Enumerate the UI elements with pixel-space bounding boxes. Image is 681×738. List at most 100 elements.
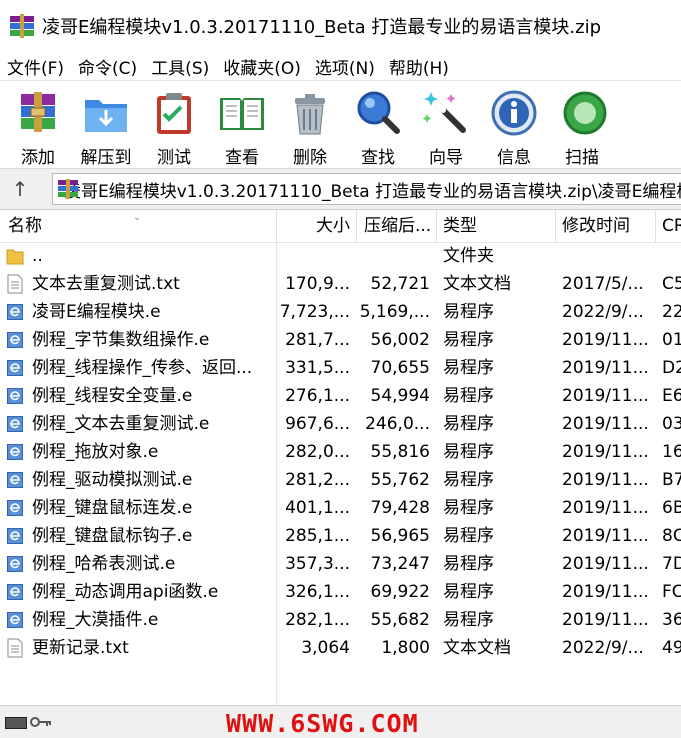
file-row[interactable]: 例程_哈希表测试.e 357,3... 73,247 易程序 2019/11... 7D bbox=[0, 550, 681, 578]
column-type[interactable]: 类型 bbox=[443, 210, 553, 242]
test-button[interactable]: 测试 bbox=[144, 81, 204, 168]
address-path: 凌哥E编程模块v1.0.3.20171110_Beta 打造最专业的易语言模块.… bbox=[64, 181, 681, 202]
watermark-text: WWW.6SWG.COM bbox=[226, 709, 419, 738]
file-row[interactable]: 例程_动态调用api函数.e 326,1... 69,922 易程序 2019/11..… bbox=[0, 578, 681, 606]
file-row[interactable]: 例程_键盘鼠标钩子.e 285,1... 56,965 易程序 2019/11... 8C bbox=[0, 522, 681, 550]
file-name: 例程_动态调用api函数.e bbox=[32, 582, 219, 602]
file-name: 例程_键盘鼠标钩子.e bbox=[32, 526, 193, 546]
file-row[interactable]: 例程_字节集数组操作.e 281,7... 56,002 易程序 2019/11... 0… bbox=[0, 326, 681, 354]
file-crc: 03 bbox=[662, 414, 681, 434]
file-crc: 6B bbox=[662, 498, 681, 518]
column-size[interactable]: 大小 bbox=[276, 210, 350, 242]
file-packed-size: 73,247 bbox=[370, 554, 430, 574]
info-button-label: 信息 bbox=[497, 148, 531, 168]
column-crc[interactable]: CRC32 bbox=[662, 210, 681, 242]
find-button[interactable]: 查找 bbox=[348, 81, 408, 168]
delete-button-label: 删除 bbox=[293, 148, 327, 168]
file-name: 凌哥E编程模块.e bbox=[32, 302, 161, 322]
file-row[interactable]: 例程_线程操作_传参、返回... 331,5... 70,655 易程序 2019/11… bbox=[0, 354, 681, 382]
extract-to-button-label: 解压到 bbox=[80, 148, 132, 168]
file-row[interactable]: 文本去重复测试.txt 170,9... 52,721 文本文档 2017/5/... C… bbox=[0, 270, 681, 298]
file-type: 易程序 bbox=[443, 302, 494, 322]
text-file-icon bbox=[6, 274, 24, 294]
file-packed-size: 5,169,... bbox=[359, 302, 430, 322]
e-program-icon bbox=[6, 302, 24, 322]
file-crc: 49 bbox=[662, 638, 681, 658]
file-row[interactable]: 更新记录.txt 3,064 1,800 文本文档 2022/9/... 49 bbox=[0, 634, 681, 662]
file-size: 401,1... bbox=[285, 498, 350, 518]
file-crc: 8C bbox=[662, 526, 681, 546]
add-button-label: 添加 bbox=[21, 148, 55, 168]
add-button[interactable]: 添加 bbox=[8, 81, 68, 168]
menu-tools[interactable]: 工具(S) bbox=[144, 54, 216, 79]
view-book-icon bbox=[216, 87, 268, 139]
view-button[interactable]: 查看 bbox=[212, 81, 272, 168]
e-program-icon bbox=[6, 414, 24, 434]
e-program-icon bbox=[6, 554, 24, 574]
winrar-app-icon bbox=[10, 14, 34, 38]
folder-icon bbox=[6, 246, 24, 266]
file-name: 例程_拖放对象.e bbox=[32, 442, 159, 462]
file-crc: D2 bbox=[662, 358, 681, 378]
extract-to-button[interactable]: 解压到 bbox=[76, 81, 136, 168]
column-name[interactable]: 名称 bbox=[8, 210, 268, 242]
file-crc: FC bbox=[662, 582, 681, 602]
file-row[interactable]: 例程_键盘鼠标连发.e 401,1... 79,428 易程序 2019/11... 6B bbox=[0, 494, 681, 522]
file-name: 例程_线程操作_传参、返回... bbox=[32, 358, 253, 378]
file-row[interactable]: 凌哥E编程模块.e 7,723,... 5,169,... 易程序 2022/9/...… bbox=[0, 298, 681, 326]
menu-help[interactable]: 帮助(H) bbox=[382, 54, 456, 79]
file-modified: 2019/11... bbox=[562, 470, 649, 490]
menu-command[interactable]: 命令(C) bbox=[71, 54, 144, 79]
file-name: .. bbox=[32, 246, 43, 266]
file-name-cell: 文本去重复测试.txt bbox=[6, 270, 268, 298]
file-name-cell: 例程_哈希表测试.e bbox=[6, 550, 268, 578]
scan-button-label: 扫描 bbox=[565, 148, 599, 168]
menu-options[interactable]: 选项(N) bbox=[308, 54, 382, 79]
file-type: 易程序 bbox=[443, 554, 494, 574]
file-modified: 2019/11... bbox=[562, 442, 649, 462]
e-program-icon bbox=[6, 470, 24, 490]
file-modified: 2019/11... bbox=[562, 498, 649, 518]
file-modified: 2019/11... bbox=[562, 414, 649, 434]
file-name-cell: 例程_文本去重复测试.e bbox=[6, 410, 268, 438]
file-row[interactable]: 例程_拖放对象.e 282,0... 55,816 易程序 2019/11... 16 bbox=[0, 438, 681, 466]
menu-favorites[interactable]: 收藏夹(O) bbox=[216, 54, 308, 79]
menu-file[interactable]: 文件(F) bbox=[0, 54, 71, 79]
info-button[interactable]: 信息 bbox=[484, 81, 544, 168]
scan-icon bbox=[556, 87, 608, 139]
file-name: 例程_大漠插件.e bbox=[32, 610, 159, 630]
file-size: 281,2... bbox=[285, 470, 350, 490]
file-packed-size: 246,0... bbox=[365, 414, 430, 434]
column-packed[interactable]: 压缩后... bbox=[364, 210, 438, 242]
e-program-icon bbox=[6, 582, 24, 602]
info-icon bbox=[488, 87, 540, 139]
e-program-icon bbox=[6, 330, 24, 350]
address-field[interactable]: 凌哥E编程模块v1.0.3.20171110_Beta 打造最专业的易语言模块.… bbox=[52, 173, 681, 205]
delete-button[interactable]: 删除 bbox=[280, 81, 340, 168]
address-bar: ↑ 凌哥E编程模块v1.0.3.20171110_Beta 打造最专业的易语言模… bbox=[0, 168, 681, 210]
file-modified: 2017/5/... bbox=[562, 274, 644, 294]
file-row[interactable]: 例程_驱动模拟测试.e 281,2... 55,762 易程序 2019/11... B7 bbox=[0, 466, 681, 494]
file-row[interactable]: .. 文件夹 bbox=[0, 242, 681, 270]
wizard-button[interactable]: 向导 bbox=[416, 81, 476, 168]
window-title: 凌哥E编程模块v1.0.3.20171110_Beta 打造最专业的易语言模块.… bbox=[42, 17, 601, 38]
file-size: 7,723,... bbox=[279, 302, 350, 322]
scan-button[interactable]: 扫描 bbox=[552, 81, 612, 168]
file-size: 967,6... bbox=[285, 414, 350, 434]
file-size: 285,1... bbox=[285, 526, 350, 546]
file-size bbox=[276, 242, 350, 270]
file-crc: C5 bbox=[662, 274, 681, 294]
file-packed-size: 56,965 bbox=[370, 526, 430, 546]
file-row[interactable]: 例程_线程安全变量.e 276,1... 54,994 易程序 2019/11... E6 bbox=[0, 382, 681, 410]
e-program-icon bbox=[6, 498, 24, 518]
file-row[interactable]: 例程_文本去重复测试.e 967,6... 246,0... 易程序 2019/11..… bbox=[0, 410, 681, 438]
file-name-cell: 例程_键盘鼠标连发.e bbox=[6, 494, 268, 522]
file-type: 易程序 bbox=[443, 442, 494, 462]
file-name-cell: 例程_线程安全变量.e bbox=[6, 382, 268, 410]
file-name-cell: 例程_线程操作_传参、返回... bbox=[6, 354, 268, 382]
column-modified[interactable]: 修改时间 bbox=[562, 210, 654, 242]
up-arrow-icon[interactable]: ↑ bbox=[0, 169, 40, 209]
file-size: 282,1... bbox=[285, 610, 350, 630]
file-row[interactable]: 例程_大漠插件.e 282,1... 55,682 易程序 2019/11... 36 bbox=[0, 606, 681, 634]
drive-icon bbox=[5, 717, 27, 729]
